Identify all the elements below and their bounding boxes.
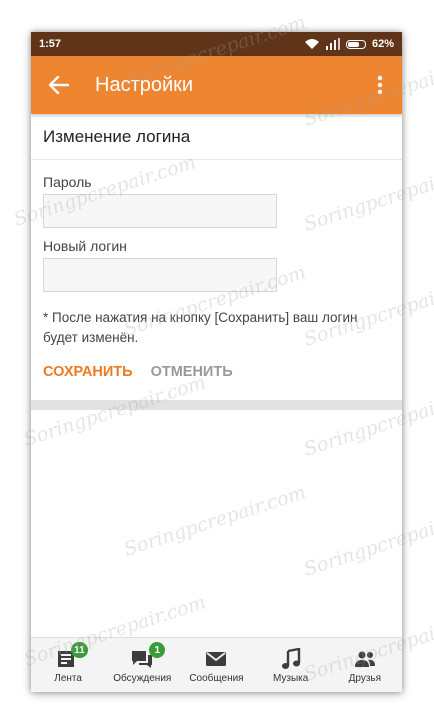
- mail-icon: [206, 651, 227, 666]
- more-vertical-icon: [377, 75, 383, 95]
- change-login-form: Пароль Новый логин * После нажатия на кн…: [31, 160, 402, 380]
- discussions-badge: 1: [149, 642, 166, 658]
- battery-percent: 62%: [371, 38, 394, 50]
- status-time: 1:57: [39, 38, 62, 50]
- section-title: Изменение логина: [31, 114, 402, 160]
- nav-label-music: Музыка: [272, 672, 309, 684]
- nav-label-discussions: Обсуждения: [113, 672, 172, 684]
- save-button[interactable]: СОХРАНИТЬ: [43, 364, 133, 380]
- app-bar: Настройки: [31, 56, 402, 114]
- wifi-icon: [304, 39, 319, 49]
- nav-item-discussions[interactable]: 1 Обсуждения: [105, 638, 179, 692]
- bottom-navigation: 11 Лента 1 Обсуждения Сообщения Музыка Д…: [31, 637, 402, 692]
- cancel-button[interactable]: ОТМЕНИТЬ: [151, 364, 233, 380]
- save-note: * После нажатия на кнопку [Сохранить] ва…: [43, 310, 358, 345]
- nav-item-music[interactable]: Музыка: [254, 638, 328, 692]
- status-bar: 1:57 62%: [31, 32, 402, 56]
- settings-content: Изменение логина Пароль Новый логин * По…: [31, 114, 402, 410]
- page-title: Настройки: [95, 73, 194, 96]
- section-divider: [31, 400, 402, 410]
- back-button[interactable]: [49, 73, 73, 97]
- music-icon: [281, 647, 300, 669]
- password-label: Пароль: [43, 174, 92, 190]
- nav-item-messages[interactable]: Сообщения: [179, 638, 253, 692]
- nav-label-feed: Лента: [54, 672, 82, 684]
- phone-screen: 1:57 62% Настройки Изменение логина Паро…: [31, 32, 402, 692]
- password-input[interactable]: [43, 194, 277, 228]
- new-login-label: Новый логин: [43, 238, 127, 254]
- nav-label-friends: Друзья: [348, 672, 382, 684]
- friends-icon: [354, 651, 375, 667]
- nav-label-messages: Сообщения: [189, 672, 244, 684]
- battery-icon: [345, 39, 366, 49]
- feed-badge: 11: [71, 642, 88, 658]
- more-menu-button[interactable]: [372, 73, 388, 97]
- arrow-left-icon: [49, 76, 69, 94]
- nav-item-friends[interactable]: Друзья: [328, 638, 402, 692]
- nav-item-feed[interactable]: 11 Лента: [31, 638, 105, 692]
- signal-icon: [325, 38, 340, 50]
- form-actions: СОХРАНИТЬ ОТМЕНИТЬ: [43, 364, 390, 380]
- new-login-input[interactable]: [43, 258, 277, 292]
